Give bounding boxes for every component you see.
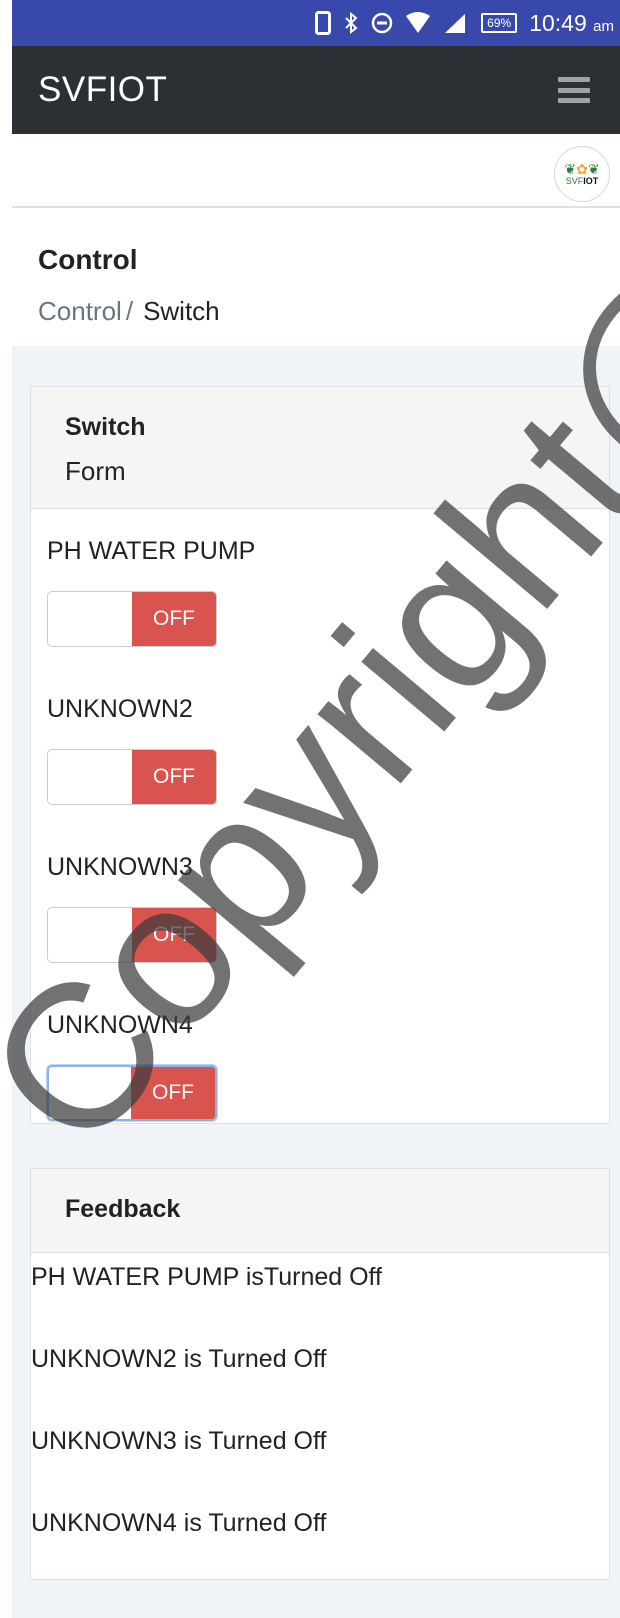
switch-label-ph-water-pump: PH WATER PUMP — [47, 537, 256, 565]
page-title: Control — [38, 244, 138, 275]
wifi-icon — [405, 12, 431, 34]
toggle-unknown3[interactable]: OFF — [47, 907, 217, 963]
svfiot-logo: ❦✿❦ SVFIOT — [554, 146, 610, 202]
feedback-card: Feedback PH WATER PUMP isTurned Off UNKN… — [30, 1168, 610, 1580]
clock-ampm: am — [593, 17, 614, 35]
signal-icon — [443, 12, 469, 34]
toggle-state-label: OFF — [131, 1067, 215, 1119]
logo-bar: ❦✿❦ SVFIOT — [12, 134, 620, 208]
feedback-item: UNKNOWN3 is Turned Off — [31, 1427, 327, 1455]
top-navbar: SVFIOT — [12, 46, 620, 134]
status-time: 10:49 am — [529, 10, 614, 37]
bluetooth-icon — [343, 11, 359, 35]
switch-label-unknown2: UNKNOWN2 — [47, 695, 193, 723]
switch-label-unknown3: UNKNOWN3 — [47, 853, 193, 881]
phone-icon — [315, 11, 332, 35]
logo-text: SVFIOT — [565, 176, 599, 186]
switch-card-subtitle: Form — [65, 456, 126, 486]
switch-card-body: PH WATER PUMP OFF UNKNOWN2 OFF UNKNOWN3 … — [31, 509, 609, 1121]
plant-icon: ❦✿❦ — [564, 161, 600, 177]
feedback-item: UNKNOWN4 is Turned Off — [31, 1509, 327, 1537]
page-header: Control Control / Switch — [12, 216, 620, 346]
breadcrumb-separator: / — [125, 296, 134, 326]
main-content: Switch Form PH WATER PUMP OFF UNKNOWN2 O… — [12, 346, 620, 1618]
switch-card-header: Switch Form — [31, 387, 609, 509]
status-bar: 69% 10:49 am — [12, 0, 620, 46]
feedback-list: PH WATER PUMP isTurned Off UNKNOWN2 is T… — [31, 1253, 609, 1587]
menu-icon[interactable] — [558, 77, 590, 103]
toggle-unknown2[interactable]: OFF — [47, 749, 217, 805]
toggle-unknown4[interactable]: OFF — [47, 1065, 217, 1121]
switch-form-card: Switch Form PH WATER PUMP OFF UNKNOWN2 O… — [30, 386, 610, 1124]
feedback-card-title: Feedback — [65, 1195, 181, 1223]
toggle-state-label: OFF — [132, 592, 216, 646]
breadcrumb: Control / Switch — [38, 296, 220, 327]
breadcrumb-switch: Switch — [143, 296, 220, 326]
feedback-item: UNKNOWN2 is Turned Off — [31, 1345, 327, 1373]
feedback-item: PH WATER PUMP isTurned Off — [31, 1263, 383, 1291]
feedback-card-header: Feedback — [31, 1169, 609, 1253]
switch-label-unknown4: UNKNOWN4 — [47, 1011, 193, 1039]
switch-card-title: Switch — [65, 413, 146, 441]
breadcrumb-control[interactable]: Control — [38, 296, 122, 326]
do-not-disturb-icon — [371, 12, 393, 34]
toggle-ph-water-pump[interactable]: OFF — [47, 591, 217, 647]
brand-title[interactable]: SVFIOT — [38, 70, 167, 110]
battery-icon: 69% — [481, 13, 518, 33]
clock-time: 10:49 — [529, 9, 587, 36]
toggle-state-label: OFF — [132, 750, 216, 804]
toggle-state-label: OFF — [132, 908, 216, 962]
